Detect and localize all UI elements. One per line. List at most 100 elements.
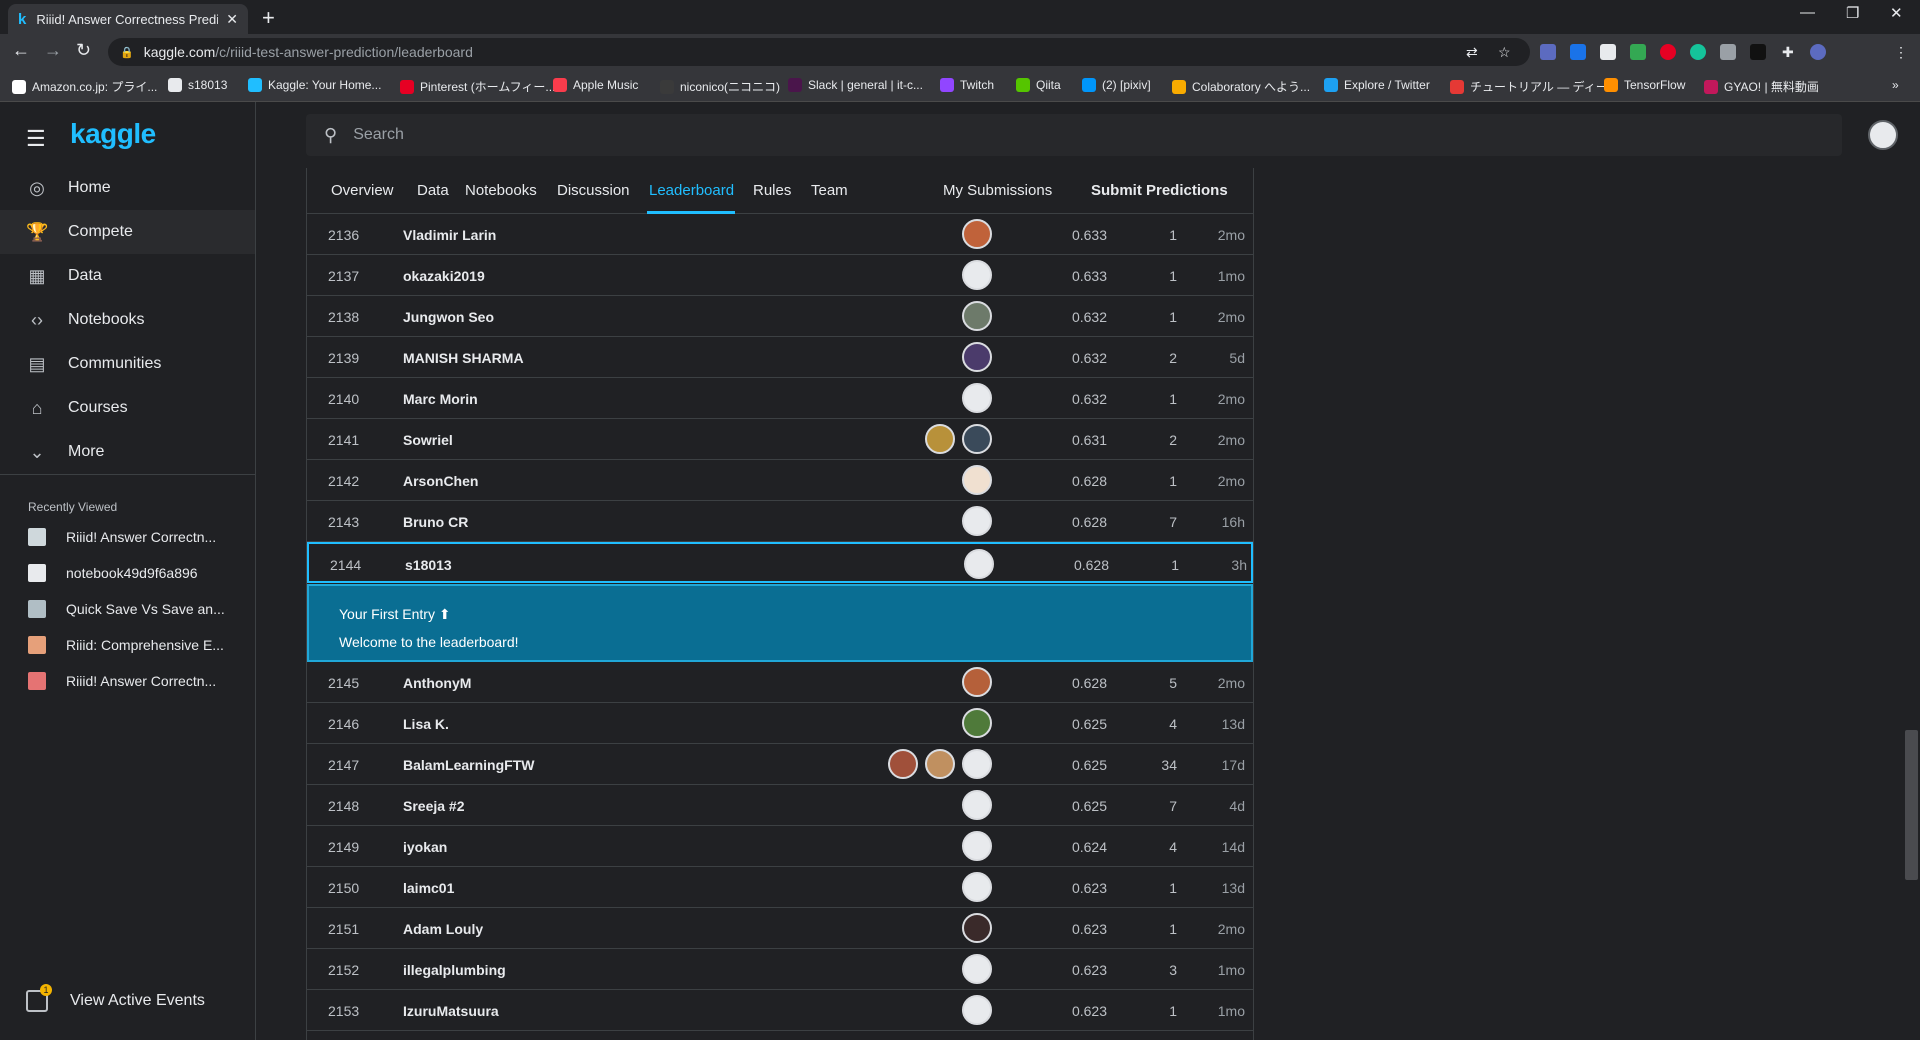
tab-overview[interactable]: Overview <box>331 182 394 199</box>
bookmark-item[interactable]: s18013 <box>168 78 227 92</box>
sheets-extension-icon[interactable] <box>1630 44 1646 60</box>
team-name-link[interactable]: laimc01 <box>403 880 454 896</box>
sidebar-item-courses[interactable]: ⌂ Courses <box>0 386 255 430</box>
bookmark-item[interactable]: Kaggle: Your Home... <box>248 78 381 92</box>
bookmark-item[interactable]: チュートリアル — ディー... <box>1450 78 1618 95</box>
sidebar-item-communities[interactable]: ▤ Communities <box>0 342 255 386</box>
tab-leaderboard[interactable]: Leaderboard <box>649 182 734 199</box>
sidebar-item-data[interactable]: ▦ Data <box>0 254 255 298</box>
member-avatar[interactable] <box>962 749 992 779</box>
team-name-link[interactable]: BalamLearningFTW <box>403 757 534 773</box>
browser-tab[interactable]: k Riiid! Answer Correctness Predicti ✕ <box>8 4 248 34</box>
dark-extension-icon[interactable] <box>1750 44 1766 60</box>
team-name-link[interactable]: okazaki2019 <box>403 268 485 284</box>
new-tab-icon[interactable]: + <box>262 5 275 31</box>
bookmark-item[interactable]: Apple Music <box>553 78 638 92</box>
team-name-link[interactable]: Jungwon Seo <box>403 309 494 325</box>
bookmark-star-icon[interactable]: ☆ <box>1498 44 1511 61</box>
bookmark-item[interactable]: Twitch <box>940 78 994 92</box>
team-name-link[interactable]: s18013 <box>405 557 452 573</box>
close-tab-icon[interactable]: ✕ <box>226 11 238 28</box>
search-input[interactable]: ⚲ Search <box>306 114 1842 156</box>
recently-viewed-item[interactable]: Riiid! Answer Correctn... <box>28 528 248 546</box>
tab-team[interactable]: Team <box>811 182 848 199</box>
team-name-link[interactable]: Sowriel <box>403 432 453 448</box>
bookmarks-overflow-icon[interactable]: » <box>1892 78 1899 92</box>
member-avatar[interactable] <box>962 954 992 984</box>
member-avatar[interactable] <box>962 995 992 1025</box>
team-name-link[interactable]: Marc Morin <box>403 391 478 407</box>
sidebar-item-more[interactable]: ⌄ More <box>0 430 255 474</box>
team-name-link[interactable]: iyokan <box>403 839 447 855</box>
tab-data[interactable]: Data <box>417 182 449 199</box>
reload-icon[interactable]: ↻ <box>76 40 91 61</box>
bookmark-item[interactable]: Explore / Twitter <box>1324 78 1430 92</box>
page-scrollbar-track[interactable] <box>1903 102 1920 1040</box>
member-avatar[interactable] <box>962 506 992 536</box>
user-avatar[interactable] <box>1868 120 1898 150</box>
team-name-link[interactable]: illegalplumbing <box>403 962 506 978</box>
team-name-link[interactable]: Lisa K. <box>403 716 449 732</box>
google-translate-extension-icon[interactable] <box>1570 44 1586 60</box>
team-name-link[interactable]: Vladimir Larin <box>403 227 496 243</box>
bookmark-item[interactable]: (2) [pixiv] <box>1082 78 1151 92</box>
window-close-icon[interactable]: ✕ <box>1890 4 1903 22</box>
back-icon[interactable]: ← <box>12 40 30 61</box>
team-name-link[interactable]: Sreeja #2 <box>403 798 465 814</box>
sidebar-item-compete[interactable]: 🏆 Compete <box>0 210 255 254</box>
tab-rules[interactable]: Rules <box>753 182 791 199</box>
bookmark-item[interactable]: TensorFlow <box>1604 78 1685 92</box>
minimize-icon[interactable]: — <box>1800 4 1815 21</box>
member-avatar[interactable] <box>888 749 918 779</box>
member-avatar[interactable] <box>925 424 955 454</box>
sidebar-item-home[interactable]: ◎ Home <box>0 166 255 210</box>
recently-viewed-item[interactable]: Riiid! Answer Correctn... <box>28 672 248 690</box>
member-avatar[interactable] <box>964 549 994 579</box>
member-avatar[interactable] <box>962 708 992 738</box>
pinterest-extension-icon[interactable] <box>1660 44 1676 60</box>
team-name-link[interactable]: ArsonChen <box>403 473 478 489</box>
tab-discussion[interactable]: Discussion <box>557 182 630 199</box>
team-name-link[interactable]: Adam Louly <box>403 921 483 937</box>
my-submissions-link[interactable]: My Submissions <box>943 182 1052 199</box>
recently-viewed-item[interactable]: Quick Save Vs Save an... <box>28 600 248 618</box>
member-avatar[interactable] <box>962 872 992 902</box>
member-avatar[interactable] <box>962 219 992 249</box>
view-active-events-button[interactable]: 1 View Active Events <box>26 984 205 1012</box>
profile-avatar-icon[interactable] <box>1810 44 1826 60</box>
recently-viewed-item[interactable]: notebook49d9f6a896 <box>28 564 248 582</box>
team-name-link[interactable]: IzuruMatsuura <box>403 1003 499 1019</box>
bookmark-item[interactable]: niconico(ニコニコ) <box>660 78 780 95</box>
bookmark-item[interactable]: Slack | general | it-c... <box>788 78 923 92</box>
bookmark-item[interactable]: Amazon.co.jp: プライ... <box>12 78 157 95</box>
forward-icon[interactable]: → <box>44 40 62 61</box>
font-extension-icon[interactable] <box>1720 44 1736 60</box>
team-name-link[interactable]: MANISH SHARMA <box>403 350 524 366</box>
member-avatar[interactable] <box>962 790 992 820</box>
bookmark-item[interactable]: Pinterest (ホームフィー... <box>400 78 555 95</box>
grammarly-extension-icon[interactable] <box>1690 44 1706 60</box>
extension-icon[interactable] <box>1540 44 1556 60</box>
tab-notebooks[interactable]: Notebooks <box>465 182 537 199</box>
bookmark-item[interactable]: Qiita <box>1016 78 1061 92</box>
page-scrollbar-thumb[interactable] <box>1905 730 1918 880</box>
address-bar[interactable]: 🔒 kaggle.com /c/riiid-test-answer-predic… <box>108 38 1530 66</box>
member-avatar[interactable] <box>962 424 992 454</box>
recently-viewed-item[interactable]: Riiid: Comprehensive E... <box>28 636 248 654</box>
bookmark-item[interactable]: Colaboratory へよう... <box>1172 78 1310 95</box>
member-avatar[interactable] <box>962 342 992 372</box>
hamburger-menu-icon[interactable]: ☰ <box>26 126 46 152</box>
member-avatar[interactable] <box>962 465 992 495</box>
bookmark-item[interactable]: GYAO! | 無料動画 <box>1704 78 1819 95</box>
member-avatar[interactable] <box>962 667 992 697</box>
member-avatar[interactable] <box>962 260 992 290</box>
member-avatar[interactable] <box>962 383 992 413</box>
puzzle-extensions-icon[interactable]: ✚ <box>1782 44 1794 61</box>
member-avatar[interactable] <box>962 831 992 861</box>
pocket-extension-icon[interactable] <box>1600 44 1616 60</box>
member-avatar[interactable] <box>962 301 992 331</box>
sidebar-item-notebooks[interactable]: ‹› Notebooks <box>0 298 255 342</box>
member-avatar[interactable] <box>925 749 955 779</box>
restore-icon[interactable]: ❐ <box>1846 4 1859 22</box>
translate-icon[interactable]: ⇄ <box>1466 44 1478 61</box>
